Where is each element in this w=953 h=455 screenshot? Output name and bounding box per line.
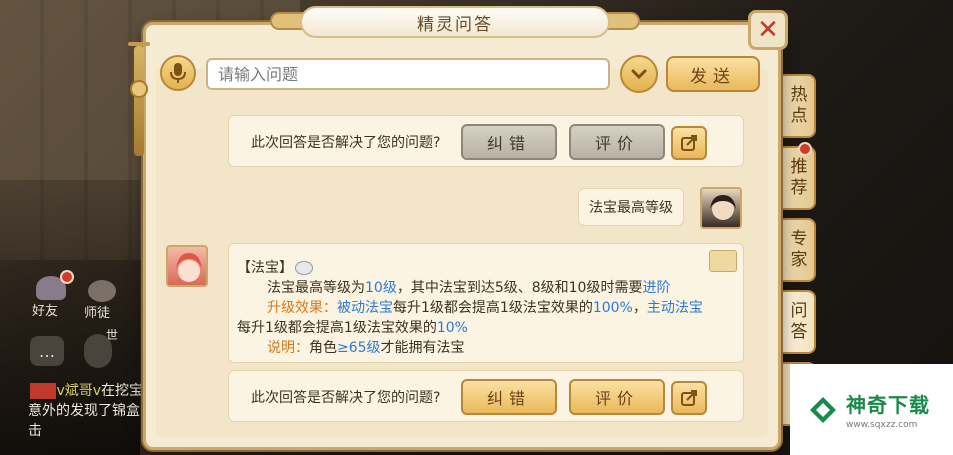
share-icon	[681, 390, 697, 406]
watermark-title: 神奇下载	[846, 393, 930, 417]
share-button[interactable]	[671, 381, 707, 415]
recommend-notification-dot	[798, 142, 812, 156]
correct-button[interactable]: 纠错	[461, 124, 557, 160]
rate-button[interactable]: 评价	[569, 124, 665, 160]
link-active-treasure[interactable]: 主动法宝	[647, 300, 703, 316]
chat-bubble-icon[interactable]: …	[30, 336, 64, 366]
close-icon: ✕	[757, 15, 779, 45]
answer-line-4: 说明：角色≥65级才能拥有法宝	[267, 340, 465, 356]
friend-button[interactable]: 好友	[32, 276, 66, 319]
tab-qa[interactable]: 问答	[780, 290, 816, 354]
tassel-decoration	[134, 46, 144, 156]
feedback-box: 此次回答是否解决了您的问题? 纠错 评价	[228, 370, 744, 422]
tassel-knot	[130, 80, 148, 98]
correct-button[interactable]: 纠错	[461, 379, 557, 415]
close-button[interactable]: ✕	[748, 10, 788, 50]
chevron-down-icon	[631, 69, 647, 79]
answer-line-3: 每升1级都会提高1级法宝效果的10%	[237, 320, 468, 336]
world-channel-label: 世	[106, 328, 119, 342]
share-button[interactable]	[671, 126, 707, 160]
friend-label: 好友	[32, 304, 59, 319]
chat-message-line: 意外的发现了锦盒	[28, 403, 140, 419]
answer-line-1: 法宝最高等级为10级，其中法宝到达5级、8级和10级时需要进阶	[267, 280, 671, 296]
history-dropdown-button[interactable]	[620, 55, 658, 93]
chat-text: 在挖宝	[101, 383, 144, 399]
answer-line-2: 升级效果：被动法宝每升1级都会提高1级法宝效果的100%，主动法宝	[267, 300, 703, 316]
chat-player-name[interactable]: v斌哥v	[56, 383, 101, 399]
watermark-logo-icon	[810, 396, 836, 423]
user-question-bubble: 法宝最高等级	[578, 188, 684, 226]
link-passive-treasure[interactable]: 被动法宝	[337, 300, 393, 316]
chat-message-line: ■■v斌哥v在挖宝	[30, 383, 144, 399]
friend-notification-dot	[60, 270, 74, 284]
answer-box: 【法宝】 法宝最高等级为10级，其中法宝到达5级、8级和10级时需要进阶 升级效…	[228, 243, 744, 363]
send-button[interactable]: 发送	[666, 56, 760, 92]
page-title: 精灵问答	[300, 6, 610, 38]
master-button[interactable]: 师徒	[84, 280, 116, 321]
question-input[interactable]	[206, 58, 610, 90]
spirit-avatar	[166, 245, 208, 287]
share-icon	[681, 135, 697, 151]
user-avatar	[700, 187, 742, 229]
chat-message-line: 击	[28, 423, 42, 439]
feedback-box: 此次回答是否解决了您的问题? 纠错 评价	[228, 115, 744, 167]
site-watermark: 神奇下载 www.sqxzz.com	[790, 364, 953, 455]
feedback-question: 此次回答是否解决了您的问题?	[251, 390, 441, 406]
rate-button[interactable]: 评价	[569, 379, 665, 415]
master-icon	[88, 280, 116, 302]
feedback-question: 此次回答是否解决了您的问题?	[251, 135, 441, 151]
answer-tag: 【法宝】	[237, 258, 313, 278]
link-advance[interactable]: 进阶	[642, 280, 670, 296]
link-level[interactable]: 10级	[365, 280, 397, 296]
tab-hot[interactable]: 热点	[780, 74, 816, 138]
microphone-icon	[170, 63, 186, 83]
watermark-url: www.sqxzz.com	[846, 420, 918, 430]
master-label: 师徒	[84, 306, 111, 321]
emoji-icon	[295, 261, 313, 275]
tab-recommend[interactable]: 推荐	[780, 146, 816, 210]
scroll-corner-icon	[709, 250, 737, 272]
tab-expert[interactable]: 专家	[780, 218, 816, 282]
voice-input-button[interactable]	[160, 55, 196, 91]
